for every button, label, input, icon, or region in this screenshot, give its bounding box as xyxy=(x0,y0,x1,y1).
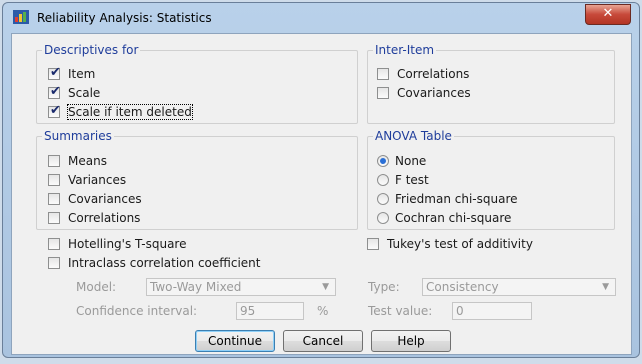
variances-checkbox-row[interactable]: Variances xyxy=(48,172,126,188)
anova-ftest-label: F test xyxy=(395,173,429,187)
model-dropdown[interactable]: Two-Way Mixed ▼ xyxy=(146,278,336,296)
intraclass-checkbox[interactable] xyxy=(48,257,60,269)
inter-covariances-checkbox-row[interactable]: Covariances xyxy=(377,85,471,101)
descriptives-group: Descriptives for ✔ Item ✔ Scale ✔ Scale … xyxy=(36,43,358,124)
scale-if-deleted-label: Scale if item deleted xyxy=(67,104,193,120)
item-checkbox[interactable]: ✔ xyxy=(48,65,61,80)
confidence-unit: % xyxy=(317,304,329,318)
anova-friedman-radio[interactable] xyxy=(377,193,389,205)
anova-none-radio[interactable] xyxy=(377,155,389,167)
correlations-checkbox-row[interactable]: Correlations xyxy=(48,210,140,226)
inter-covariances-checkbox[interactable] xyxy=(377,87,389,99)
tukey-checkbox[interactable] xyxy=(367,238,379,250)
tukey-label: Tukey's test of additivity xyxy=(387,237,533,251)
inter-correlations-checkbox[interactable] xyxy=(377,68,389,80)
means-checkbox-row[interactable]: Means xyxy=(48,153,107,169)
dialog-client-area: Descriptives for ✔ Item ✔ Scale ✔ Scale … xyxy=(11,33,632,355)
inter-covariances-label: Covariances xyxy=(397,86,471,100)
inter-item-group: Inter-Item Correlations Covariances xyxy=(367,43,615,124)
inter-item-legend: Inter-Item xyxy=(373,43,437,57)
type-value: Consistency xyxy=(426,280,499,294)
test-value-input[interactable]: 0 xyxy=(452,302,532,320)
item-label: Item xyxy=(68,67,96,81)
close-icon: ✕ xyxy=(602,6,614,21)
intraclass-label: Intraclass correlation coefficient xyxy=(68,256,261,270)
anova-friedman-label: Friedman chi-square xyxy=(395,192,518,206)
covariances-checkbox-row[interactable]: Covariances xyxy=(48,191,142,207)
continue-button[interactable]: Continue xyxy=(195,330,275,352)
means-label: Means xyxy=(68,154,107,168)
checkmark-icon: ✔ xyxy=(50,84,61,99)
descriptives-legend: Descriptives for xyxy=(42,43,141,57)
chevron-down-icon: ▼ xyxy=(322,282,329,292)
anova-group: ANOVA Table None F test Friedman chi-squ… xyxy=(367,129,615,230)
covariances-checkbox[interactable] xyxy=(48,193,60,205)
correlations-checkbox[interactable] xyxy=(48,212,60,224)
intraclass-checkbox-row[interactable]: Intraclass correlation coefficient xyxy=(48,255,261,271)
cancel-button[interactable]: Cancel xyxy=(283,330,363,352)
variances-label: Variances xyxy=(68,173,127,187)
anova-cochran-radio-row[interactable]: Cochran chi-square xyxy=(377,210,511,226)
anova-legend: ANOVA Table xyxy=(373,129,454,143)
checkmark-icon: ✔ xyxy=(50,103,61,118)
dialog-window: Reliability Analysis: Statistics ✕ Descr… xyxy=(2,2,640,358)
scale-checkbox-row[interactable]: ✔ Scale xyxy=(48,84,101,101)
confidence-label: Confidence interval: xyxy=(76,304,198,318)
anova-ftest-radio-row[interactable]: F test xyxy=(377,172,429,188)
summaries-group: Summaries Means Variances Covariances Co… xyxy=(36,129,358,230)
help-button[interactable]: Help xyxy=(371,330,451,352)
anova-cochran-label: Cochran chi-square xyxy=(395,211,512,225)
checkmark-icon: ✔ xyxy=(50,65,61,80)
means-checkbox[interactable] xyxy=(48,155,60,167)
scale-if-deleted-checkbox-row[interactable]: ✔ Scale if item deleted xyxy=(48,103,193,120)
inter-correlations-label: Correlations xyxy=(397,67,470,81)
tukey-checkbox-row[interactable]: Tukey's test of additivity xyxy=(367,236,533,252)
model-label: Model: xyxy=(76,280,117,294)
anova-none-radio-row[interactable]: None xyxy=(377,153,426,169)
hotelling-label: Hotelling's T-square xyxy=(68,237,187,251)
covariances-label: Covariances xyxy=(68,192,142,206)
scale-if-deleted-checkbox[interactable]: ✔ xyxy=(48,103,61,118)
anova-none-label: None xyxy=(395,154,427,168)
hotelling-checkbox[interactable] xyxy=(48,238,60,250)
spss-app-icon xyxy=(13,10,29,24)
type-dropdown[interactable]: Consistency ▼ xyxy=(422,278,616,296)
variances-checkbox[interactable] xyxy=(48,174,60,186)
scale-label: Scale xyxy=(68,86,101,100)
correlations-label: Correlations xyxy=(68,211,141,225)
window-title: Reliability Analysis: Statistics xyxy=(37,11,212,25)
scale-checkbox[interactable]: ✔ xyxy=(48,84,61,99)
anova-friedman-radio-row[interactable]: Friedman chi-square xyxy=(377,191,518,207)
model-value: Two-Way Mixed xyxy=(150,280,242,294)
hotelling-checkbox-row[interactable]: Hotelling's T-square xyxy=(48,236,186,252)
title-bar[interactable]: Reliability Analysis: Statistics ✕ xyxy=(3,3,639,33)
anova-ftest-radio[interactable] xyxy=(377,174,389,186)
anova-cochran-radio[interactable] xyxy=(377,212,389,224)
test-value-label: Test value: xyxy=(368,304,433,318)
chevron-down-icon: ▼ xyxy=(602,282,609,292)
summaries-legend: Summaries xyxy=(42,129,114,143)
item-checkbox-row[interactable]: ✔ Item xyxy=(48,65,96,82)
inter-correlations-checkbox-row[interactable]: Correlations xyxy=(377,66,469,82)
confidence-input[interactable]: 95 xyxy=(236,302,304,320)
close-button[interactable]: ✕ xyxy=(585,4,631,25)
type-label: Type: xyxy=(368,280,400,294)
